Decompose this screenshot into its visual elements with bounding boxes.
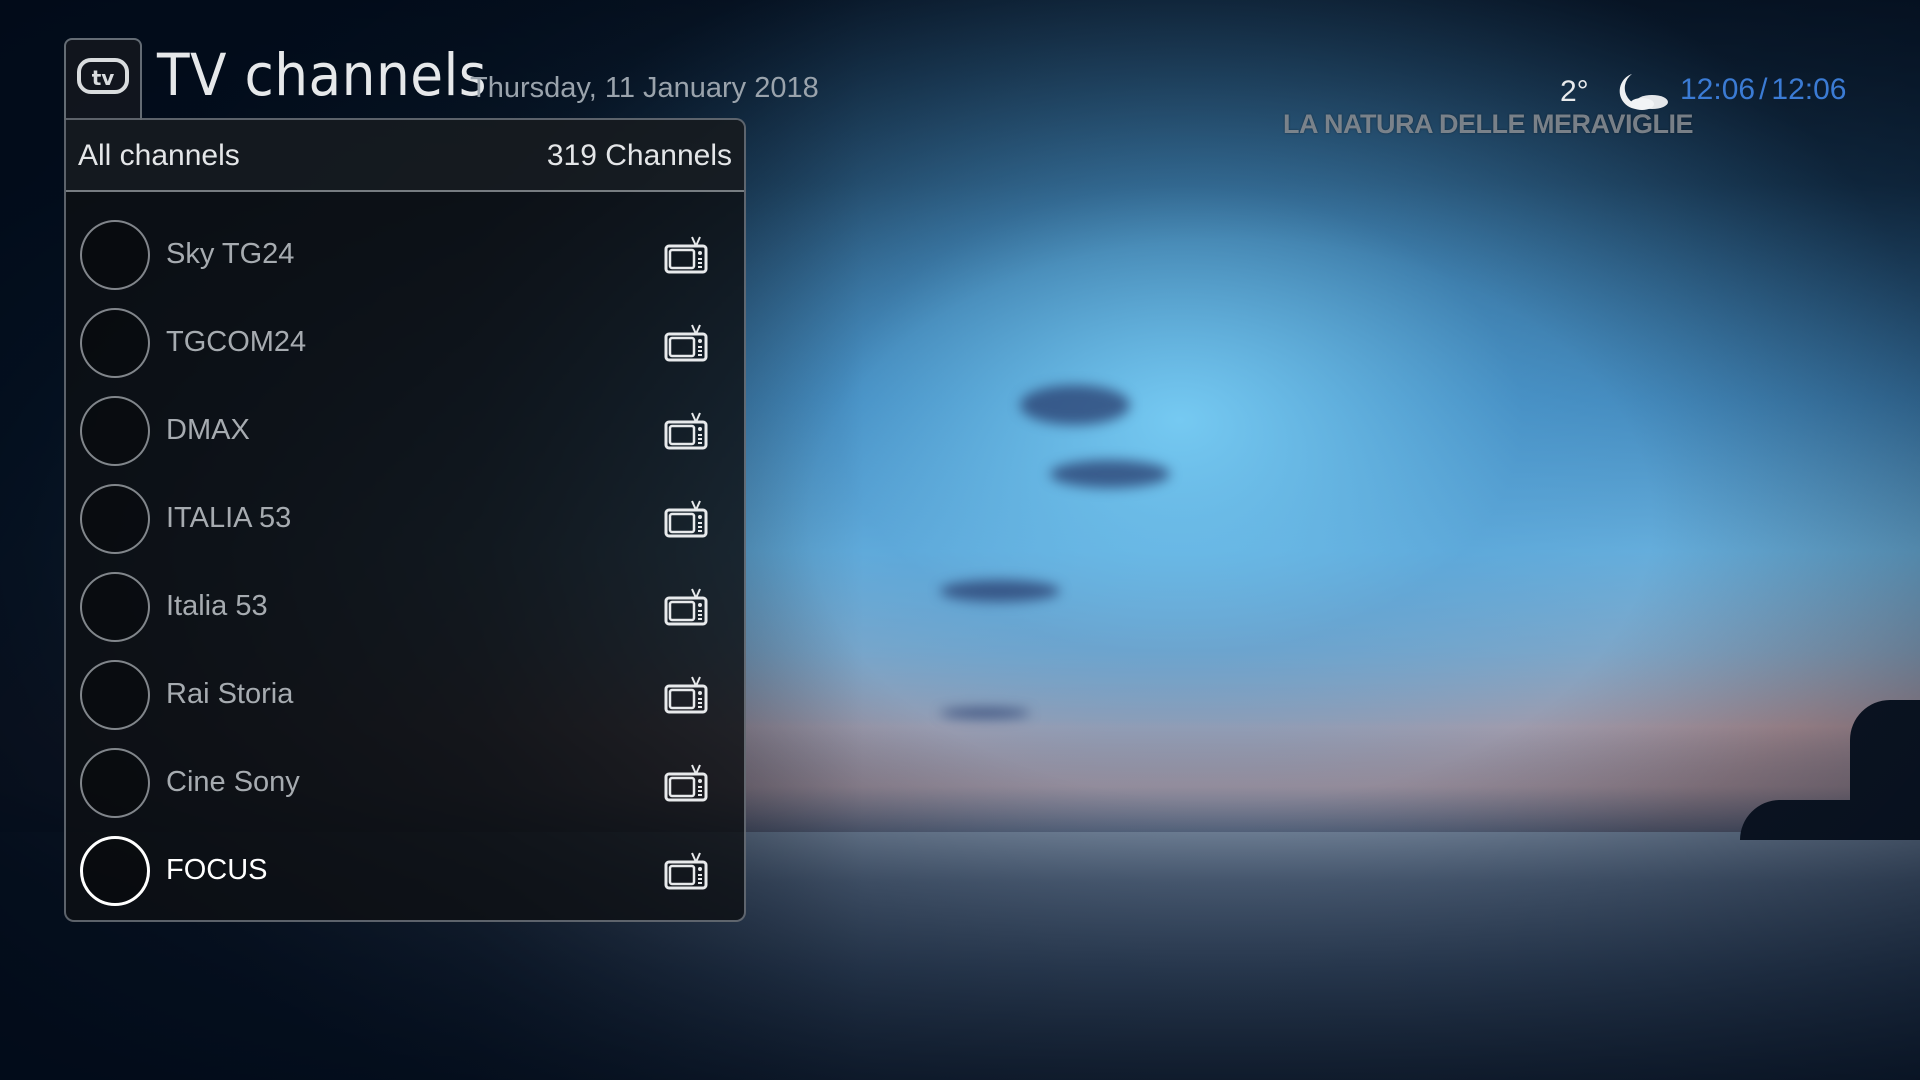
channel-list-panel: All channels 319 Channels Sky TG24 TGCOM2… (64, 118, 746, 922)
page-title: TV channels (157, 41, 488, 109)
channel-row[interactable]: ITALIA 53 (66, 474, 744, 562)
channel-row[interactable]: TGCOM24 (66, 298, 744, 386)
panel-header: All channels 319 Channels (66, 120, 744, 192)
weather-temperature: 2° (1560, 75, 1589, 108)
channel-logo (80, 660, 150, 730)
channel-count: 319 Channels (546, 139, 732, 172)
tv-screen: tv TV channels Thursday, 11 January 2018… (0, 0, 1920, 1080)
now-playing-title: LA NATURA DELLE MERAVIGLIE (1283, 109, 1693, 139)
channel-name: TGCOM24 (166, 326, 307, 358)
tv-set-icon (664, 322, 708, 371)
tv-set-icon (664, 762, 708, 811)
tv-set-icon (664, 586, 708, 635)
tv-set-icon (664, 498, 708, 547)
channel-name: FOCUS (166, 854, 268, 886)
channel-row[interactable]: DMAX (66, 386, 744, 474)
channel-group-label[interactable]: All channels (78, 138, 240, 174)
clock: 12:06/12:06 (1680, 72, 1847, 108)
current-time: 12:06 (1680, 73, 1756, 106)
tv-logo-icon: tv (64, 38, 142, 120)
channel-logo (80, 484, 150, 554)
channel-name: Rai Storia (166, 678, 294, 710)
end-time: 12:06 (1771, 73, 1847, 106)
channel-name: Italia 53 (166, 590, 268, 622)
channel-list: Sky TG24 TGCOM24 DMAX ITALIA 53 Italia 53 Rai… (66, 210, 744, 914)
channel-logo (80, 572, 150, 642)
channel-name: Sky TG24 (166, 238, 295, 270)
channel-name: ITALIA 53 (166, 502, 292, 534)
svg-text:tv: tv (92, 66, 115, 90)
tv-set-icon (664, 410, 708, 459)
channel-logo (80, 308, 150, 378)
channel-row[interactable]: Sky TG24 (66, 210, 744, 298)
tv-set-icon (664, 234, 708, 283)
current-date: Thursday, 11 January 2018 (470, 72, 819, 104)
channel-name: DMAX (166, 414, 250, 446)
channel-row[interactable]: FOCUS (66, 826, 744, 914)
channel-row[interactable]: Cine Sony (66, 738, 744, 826)
channel-name: Cine Sony (166, 766, 300, 798)
channel-logo (80, 396, 150, 466)
channel-logo (80, 748, 150, 818)
tv-set-icon (664, 674, 708, 723)
channel-logo (80, 220, 150, 290)
time-separator: / (1759, 73, 1768, 106)
channel-row[interactable]: Italia 53 (66, 562, 744, 650)
tv-logo-glyph: tv (77, 58, 129, 94)
channel-row[interactable]: Rai Storia (66, 650, 744, 738)
channel-logo (80, 836, 150, 906)
tv-set-icon (664, 850, 708, 899)
